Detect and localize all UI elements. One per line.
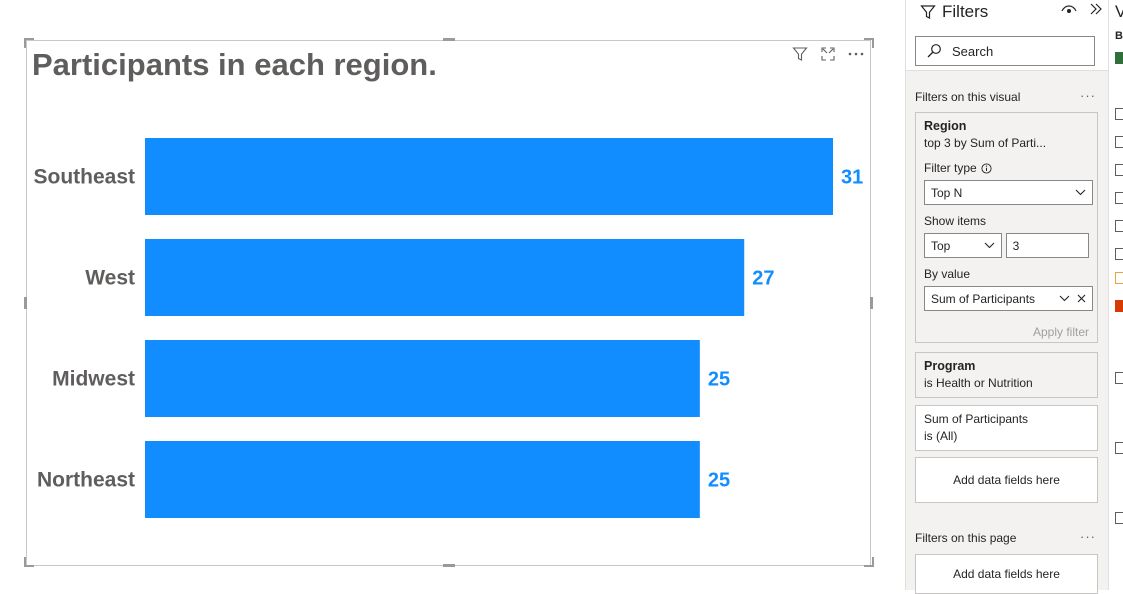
data-label: 31 — [841, 167, 863, 189]
category-label: West — [85, 267, 135, 290]
category-label: Southeast — [33, 166, 135, 189]
visual-type-icon[interactable] — [1115, 220, 1123, 232]
apply-filter-button[interactable]: Apply filter — [924, 325, 1089, 339]
filters-pane-header: Filters Search — [906, 0, 1109, 70]
show-items-direction-value: Top — [931, 238, 951, 253]
filter-type-dropdown[interactable]: Top N — [924, 180, 1093, 205]
build-label-partial: B — [1115, 30, 1123, 42]
collapse-pane-icon[interactable] — [1089, 2, 1103, 21]
resize-handle[interactable] — [24, 38, 26, 48]
filter-icon — [920, 5, 936, 19]
data-label: 27 — [752, 268, 774, 290]
resize-handle[interactable] — [443, 38, 455, 41]
category-label: Midwest — [52, 368, 135, 391]
bar-northeast[interactable] — [145, 441, 700, 518]
add-data-fields-label: Add data fields here — [953, 473, 1060, 487]
filter-type-label-text: Filter type — [924, 161, 977, 175]
resize-handle[interactable] — [872, 557, 874, 567]
search-placeholder: Search — [952, 43, 994, 59]
search-icon — [927, 44, 941, 58]
filters-on-page-label: Filters on this page — [915, 531, 1017, 545]
filters-search-input[interactable]: Search — [915, 36, 1095, 66]
participants-filter-card[interactable]: Sum of Participants is (All) — [915, 405, 1098, 451]
program-filter-card[interactable]: Program is Health or Nutrition — [915, 352, 1098, 398]
chevron-down-icon — [1075, 189, 1086, 196]
filters-title-label: Filters — [942, 2, 989, 21]
bar-chart: Southeast 31 West 27 Midwest 25 Northeast 25 — [33, 138, 863, 518]
visualizations-title-partial: V — [1115, 2, 1123, 22]
field-well[interactable] — [1115, 442, 1123, 454]
more-options-icon[interactable]: ··· — [1080, 88, 1096, 103]
visual-type-icon[interactable] — [1115, 108, 1123, 120]
divider — [906, 70, 1109, 71]
report-canvas: Participants in each region. Southeast 31… — [0, 0, 905, 590]
add-data-fields-label: Add data fields here — [953, 567, 1060, 581]
show-items-count-input[interactable]: 3 — [1005, 233, 1089, 258]
eye-icon[interactable] — [1061, 3, 1077, 21]
bar-west[interactable] — [145, 239, 745, 316]
program-card-summary: is Health or Nutrition — [924, 376, 1033, 390]
by-value-field[interactable]: Sum of Participants — [924, 286, 1093, 311]
resize-handle[interactable] — [870, 297, 873, 309]
close-icon[interactable] — [1077, 294, 1086, 303]
visual-type-icon[interactable] — [1115, 136, 1123, 148]
region-card-title: Region — [924, 119, 967, 133]
region-filter-card[interactable]: Region top 3 by Sum of Parti... Filter t… — [915, 112, 1098, 343]
more-options-icon[interactable]: ··· — [1080, 529, 1096, 544]
resize-handle[interactable] — [24, 297, 27, 309]
chevron-down-icon[interactable] — [1059, 295, 1070, 302]
visual-type-icon[interactable] — [1115, 52, 1123, 64]
visual-type-icon[interactable] — [1115, 248, 1123, 260]
visual-type-icon[interactable] — [1115, 192, 1123, 204]
filter-type-label: Filter type — [924, 161, 1089, 175]
field-well[interactable] — [1115, 372, 1123, 384]
region-card-summary: top 3 by Sum of Parti... — [924, 136, 1047, 150]
filters-header-actions — [1061, 2, 1103, 21]
by-value-label: By value — [924, 267, 971, 281]
bar-midwest[interactable] — [145, 340, 700, 417]
program-card-title: Program — [924, 359, 976, 373]
filters-pane-title: Filters — [920, 2, 988, 22]
data-label: 25 — [708, 470, 730, 492]
filters-on-visual-label: Filters on this visual — [915, 90, 1021, 104]
by-value-actions — [1059, 294, 1086, 303]
chevron-down-icon — [984, 242, 994, 249]
visual-type-icon[interactable] — [1115, 164, 1123, 176]
field-well[interactable] — [1115, 512, 1123, 524]
category-label: Northeast — [37, 469, 135, 492]
show-items-direction-dropdown[interactable]: Top — [924, 233, 1002, 258]
show-items-row: Top 3 — [924, 233, 1089, 258]
add-data-fields-page[interactable]: Add data fields here — [915, 554, 1098, 594]
show-items-label: Show items — [924, 214, 987, 228]
visual-type-icon[interactable] — [1115, 300, 1123, 312]
participants-card-title: Sum of Participants — [924, 412, 1029, 426]
resize-handle[interactable] — [872, 38, 874, 48]
resize-handle[interactable] — [443, 564, 455, 567]
add-data-fields-visual[interactable]: Add data fields here — [915, 457, 1098, 503]
by-value-field-text: Sum of Participants — [931, 291, 1036, 306]
visual-type-icon[interactable] — [1115, 272, 1123, 284]
resize-handle[interactable] — [24, 557, 26, 567]
bar-southeast[interactable] — [145, 138, 833, 215]
filter-type-value: Top N — [931, 185, 963, 200]
visualizations-pane: V B — [1108, 0, 1123, 590]
filters-pane: Filters Search Filters on this visual ··… — [905, 0, 1109, 594]
bar-chart-visual[interactable]: Participants in each region. Southeast 31… — [26, 40, 871, 566]
participants-card-summary: is (All) — [924, 429, 958, 443]
info-icon[interactable] — [981, 162, 992, 174]
data-label: 25 — [708, 369, 730, 391]
